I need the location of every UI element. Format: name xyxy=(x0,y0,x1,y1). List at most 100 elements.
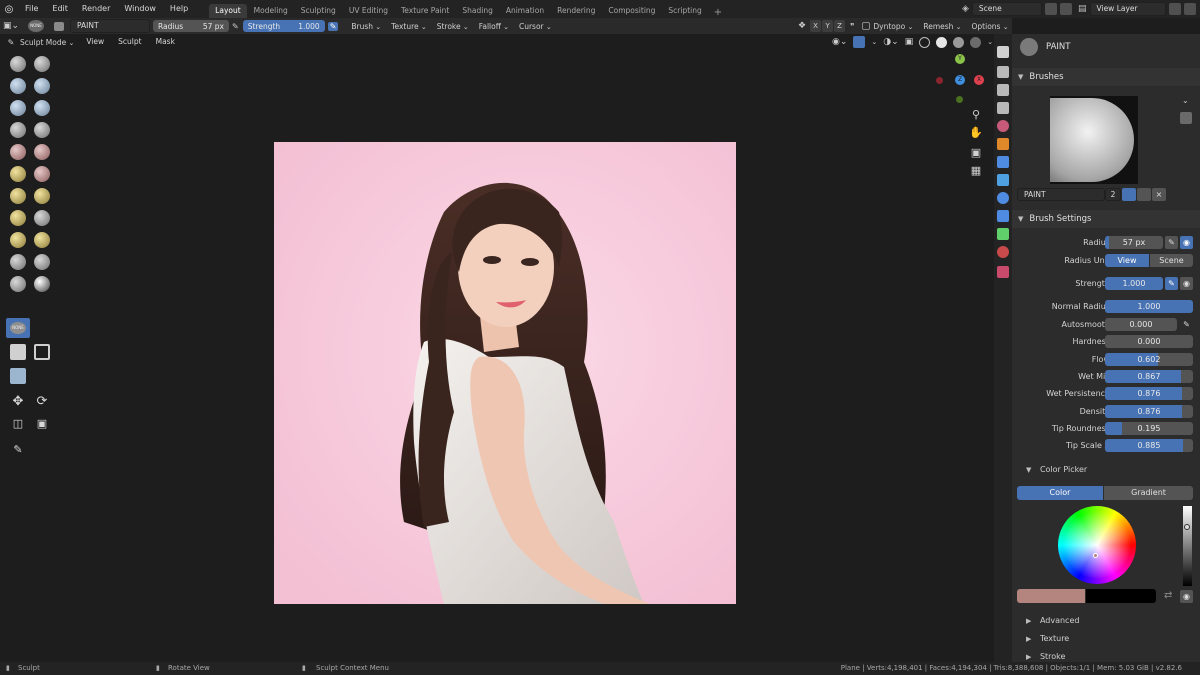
dyntopo-checkbox[interactable] xyxy=(862,22,871,30)
flatten-brush-icon[interactable] xyxy=(34,144,50,160)
mask-brush-icon[interactable] xyxy=(34,276,50,292)
world-tab-icon[interactable] xyxy=(997,138,1009,150)
snake-hook-brush-icon[interactable] xyxy=(10,232,26,248)
scene-tab-icon[interactable] xyxy=(997,120,1009,132)
scrape-brush-icon[interactable] xyxy=(34,166,50,182)
render-tab-icon[interactable] xyxy=(997,66,1009,78)
flow-slider[interactable]: 0.602 xyxy=(1105,353,1193,366)
cursor-menu[interactable]: Cursor xyxy=(514,22,557,31)
brush-datablock-name[interactable]: PAINT xyxy=(1017,188,1105,201)
fake-user-shield-icon[interactable] xyxy=(1122,188,1136,201)
gizmo-y-axis[interactable]: Y xyxy=(955,54,965,64)
tab-shading[interactable]: Shading xyxy=(456,4,498,18)
new-scene-icon[interactable] xyxy=(1044,3,1057,15)
shading-rendered-icon[interactable] xyxy=(970,36,982,48)
modifier-tab-icon[interactable] xyxy=(997,156,1009,168)
painted-canvas[interactable] xyxy=(274,142,736,604)
transform-tool-icon[interactable]: ▣ xyxy=(34,416,50,432)
navigation-gizmo[interactable]: Y X Z xyxy=(936,54,986,104)
gizmo-dropdown-icon[interactable]: ⌄ xyxy=(871,38,877,46)
grab-brush-icon[interactable] xyxy=(10,210,26,226)
data-tab-icon[interactable] xyxy=(997,228,1009,240)
secondary-color-swatch[interactable] xyxy=(1086,589,1156,603)
brush-users-count[interactable]: 2 xyxy=(1105,188,1121,201)
gizmo-x-axis[interactable]: X xyxy=(974,75,984,85)
color-wheel[interactable] xyxy=(1058,506,1136,584)
tab-uv-editing[interactable]: UV Editing xyxy=(343,4,394,18)
view-layer-icon[interactable]: ▤ xyxy=(1078,4,1087,14)
advanced-subpanel-header[interactable]: ▶ Advanced xyxy=(1026,616,1079,625)
value-slider-handle[interactable] xyxy=(1184,524,1190,530)
elastic-deform-brush-icon[interactable] xyxy=(34,210,50,226)
constraints-tab-icon[interactable] xyxy=(997,210,1009,222)
blender-logo-icon[interactable]: ◎ xyxy=(0,4,18,15)
remesh-menu[interactable]: Remesh xyxy=(918,22,966,31)
add-workspace-button[interactable]: + xyxy=(709,7,727,18)
brush-menu[interactable]: Brush xyxy=(346,22,386,31)
autosmooth-pressure-icon[interactable]: ✎ xyxy=(1180,318,1193,331)
pan-hand-icon[interactable]: ✋ xyxy=(969,126,983,139)
shading-solid-icon[interactable] xyxy=(936,36,948,48)
gizmo-toggle-icon[interactable] xyxy=(853,36,866,48)
symmetry-z-toggle[interactable]: Z xyxy=(834,20,846,32)
density-slider[interactable]: 0.876 xyxy=(1105,405,1193,418)
tab-compositing[interactable]: Compositing xyxy=(602,4,661,18)
primary-color-swatch[interactable] xyxy=(1017,589,1085,603)
lock-icon[interactable]: ❞ xyxy=(850,22,854,31)
radius-slider[interactable]: Radius 57 px xyxy=(153,20,229,32)
tip-roundness-slider[interactable]: 0.195 xyxy=(1105,422,1193,435)
delete-view-layer-icon[interactable] xyxy=(1183,3,1196,15)
move-tool-icon[interactable]: ✥ xyxy=(10,394,26,410)
brush-badge[interactable]: NONE xyxy=(28,20,44,32)
tab-modeling[interactable]: Modeling xyxy=(248,4,294,18)
brush-settings-panel-header[interactable]: ▼ Brush Settings xyxy=(1012,210,1200,228)
scale-tool-icon[interactable]: ◫ xyxy=(10,416,26,432)
duplicate-brush-icon[interactable] xyxy=(1137,188,1151,201)
tab-scripting[interactable]: Scripting xyxy=(662,4,707,18)
gradient-tab[interactable]: Gradient xyxy=(1104,486,1193,500)
radius-pressure-toggle-icon[interactable]: ✎ xyxy=(1165,236,1178,249)
view-layer-tab-icon[interactable] xyxy=(997,102,1009,114)
new-view-layer-icon[interactable] xyxy=(1168,3,1181,15)
symmetry-x-toggle[interactable]: X xyxy=(810,20,822,32)
brush-list-dropdown-icon[interactable]: ⌄ xyxy=(1182,96,1189,105)
radius-unified-toggle-icon[interactable]: ◉ xyxy=(1180,236,1193,249)
xray-toggle-icon[interactable]: ▣ xyxy=(905,37,914,47)
editor-type-icon[interactable]: ▣⌄ xyxy=(0,21,22,31)
perspective-grid-icon[interactable]: ▦ xyxy=(969,164,983,177)
strength-pressure-toggle-icon[interactable]: ✎ xyxy=(1165,277,1178,290)
draw-brush-icon[interactable] xyxy=(10,56,26,72)
box-mask-icon[interactable] xyxy=(10,344,26,360)
shading-material-icon[interactable] xyxy=(953,36,965,48)
brush-preview[interactable] xyxy=(1050,96,1138,184)
nudge-brush-icon[interactable] xyxy=(34,254,50,270)
overlays-icon[interactable]: ◑⌄ xyxy=(883,37,898,47)
gizmo-neg-y[interactable] xyxy=(956,96,963,103)
camera-icon[interactable]: ▣ xyxy=(969,146,983,159)
color-tab[interactable]: Color xyxy=(1017,486,1103,500)
menu-file[interactable]: File xyxy=(18,0,45,18)
view-layer-field[interactable]: View Layer xyxy=(1089,2,1166,16)
texture-menu[interactable]: Texture xyxy=(386,22,432,31)
strength-slider[interactable]: Strength 1.000 xyxy=(242,20,325,32)
normal-radius-slider[interactable]: 1.000 xyxy=(1105,300,1193,313)
radius-unit-scene-option[interactable]: Scene xyxy=(1150,254,1193,267)
tool-tab-icon[interactable] xyxy=(997,46,1009,58)
view-object-types-icon[interactable]: ◉⌄ xyxy=(832,37,847,47)
color-unified-toggle-icon[interactable]: ◉ xyxy=(1180,590,1193,603)
wet-mix-slider[interactable]: 0.867 xyxy=(1105,370,1193,383)
mesh-filter-icon[interactable] xyxy=(10,368,26,384)
falloff-menu[interactable]: Falloff xyxy=(474,22,514,31)
thumb-brush-icon[interactable] xyxy=(34,232,50,248)
color-wheel-cursor[interactable] xyxy=(1093,553,1098,558)
delete-scene-icon[interactable] xyxy=(1059,3,1072,15)
particles-tab-icon[interactable] xyxy=(997,174,1009,186)
symmetry-icon[interactable]: ❖ xyxy=(798,21,806,31)
layer-brush-icon[interactable] xyxy=(10,100,26,116)
scene-field[interactable]: Scene xyxy=(971,2,1042,16)
tip-scale-x-slider[interactable]: 0.885 xyxy=(1105,439,1193,452)
rotate-brush-icon[interactable] xyxy=(10,276,26,292)
output-tab-icon[interactable] xyxy=(997,84,1009,96)
radius-unit-view-option[interactable]: View xyxy=(1105,254,1149,267)
value-slider[interactable] xyxy=(1183,506,1192,586)
